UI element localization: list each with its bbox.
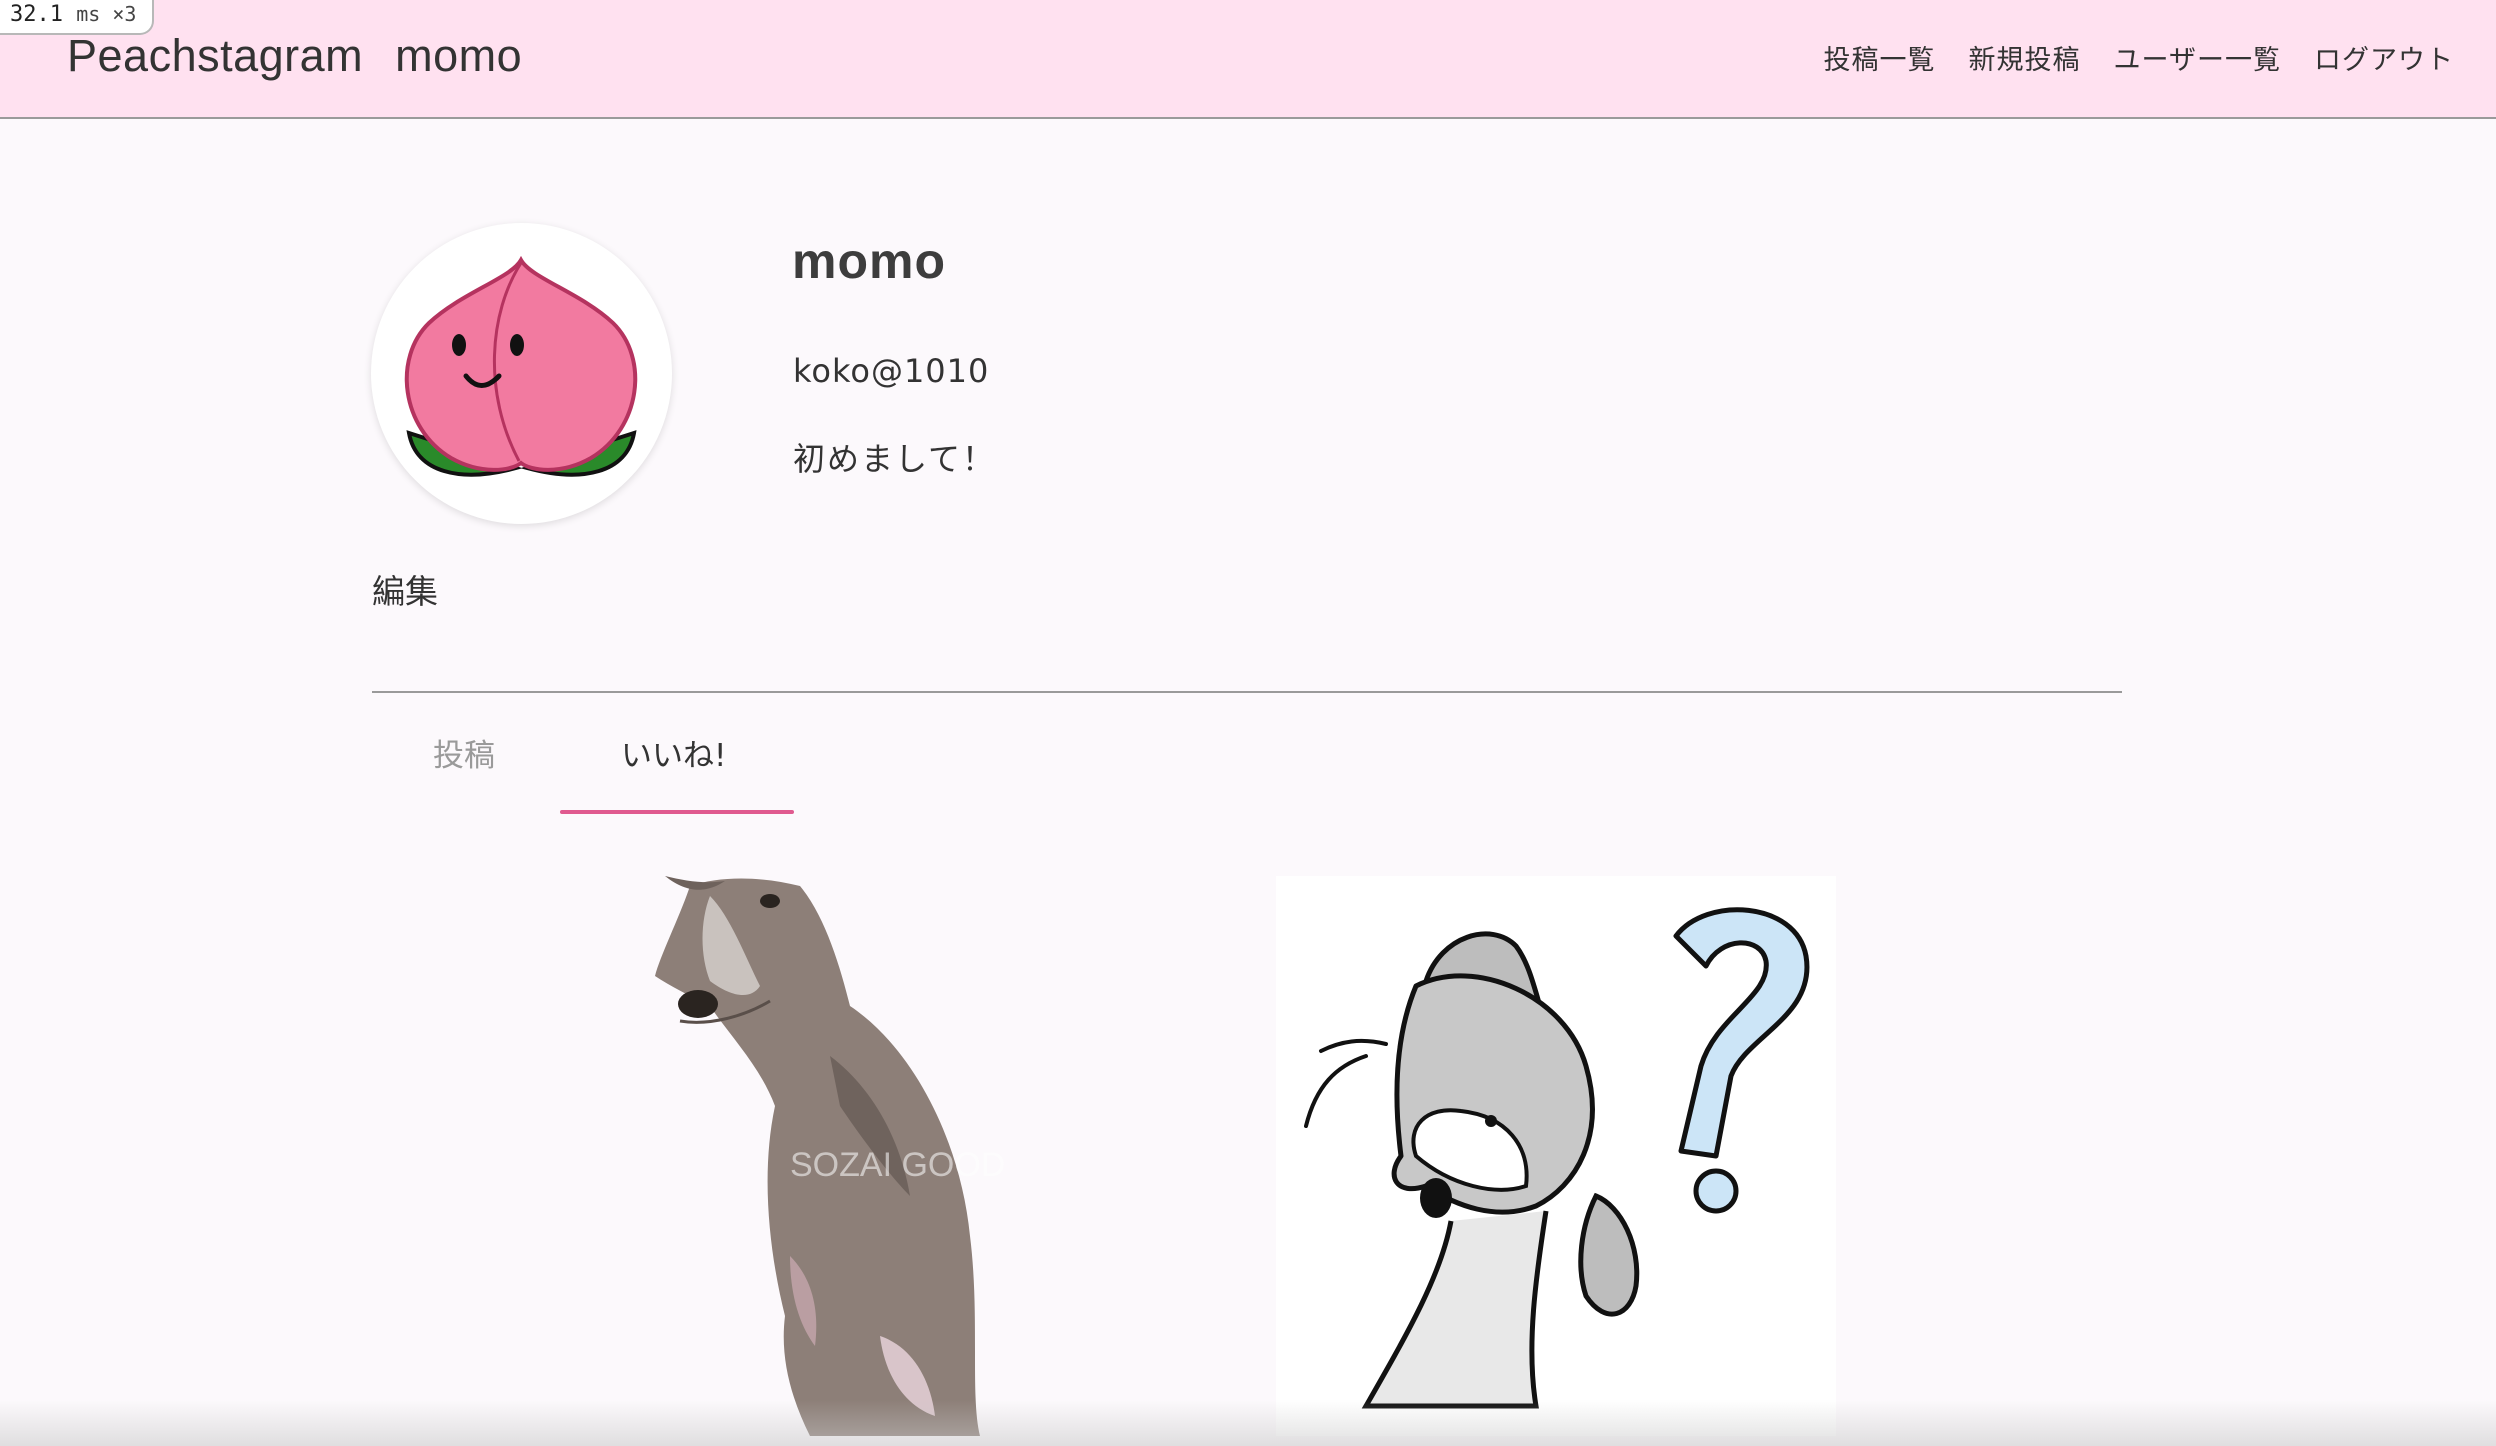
nav-new-post[interactable]: 新規投稿 — [1969, 38, 2081, 77]
tab-posts[interactable]: 投稿 — [433, 730, 495, 775]
peach-icon — [404, 255, 638, 477]
edit-profile-link[interactable]: 編集 — [372, 565, 438, 613]
active-tab-indicator — [560, 810, 794, 814]
perf-value: 32.1 — [10, 2, 63, 27]
nav-logout[interactable]: ログアウト — [2314, 38, 2454, 77]
nav-users-list[interactable]: ユーザー一覧 — [2114, 38, 2281, 77]
confused-dog-illustration — [1276, 876, 1836, 1436]
liked-post-1[interactable]: SOZAI GOOD — [650, 876, 1190, 1436]
section-divider — [372, 691, 2122, 693]
nav-posts-list[interactable]: 投稿一覧 — [1824, 38, 1936, 77]
tab-likes[interactable]: いいね! — [621, 730, 726, 775]
profile-name: momo — [792, 233, 946, 289]
bottom-fade — [0, 1400, 2496, 1446]
liked-post-2[interactable] — [1276, 876, 1836, 1436]
header-username[interactable]: momo — [395, 30, 522, 81]
profile-handle: koko@1010 — [793, 352, 990, 390]
post-1-watermark: SOZAI GOOD — [790, 1146, 1005, 1184]
perf-unit: ms ×3 — [76, 2, 137, 26]
brand[interactable]: Peachstagram momo — [67, 30, 522, 82]
top-header: Peachstagram momo 投稿一覧 新規投稿 ユーザー一覧 ログアウト — [0, 0, 2496, 119]
avatar — [371, 223, 672, 524]
perf-badge: 32.1 ms ×3 — [0, 0, 155, 35]
sitting-dog-illustration: SOZAI GOOD — [655, 876, 1005, 1436]
profile-bio: 初めまして！ — [793, 440, 997, 478]
main-nav: 投稿一覧 新規投稿 ユーザー一覧 ログアウト — [1824, 38, 2454, 77]
brand-title[interactable]: Peachstagram — [67, 30, 363, 81]
